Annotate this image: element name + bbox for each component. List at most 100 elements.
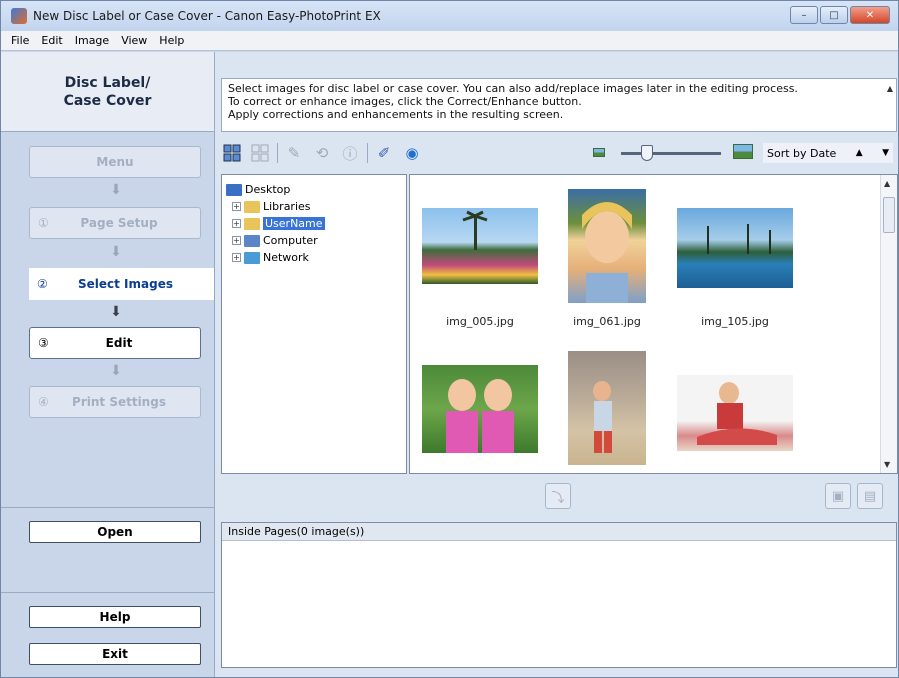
- step-number: ④: [38, 395, 49, 409]
- edit-step-button[interactable]: ③ Edit: [29, 327, 201, 359]
- thumbnail-image[interactable]: [568, 351, 646, 465]
- globe-icon[interactable]: ◉: [401, 142, 423, 164]
- sort-label: Sort by Date: [767, 146, 837, 160]
- step-label: Page Setup: [80, 216, 158, 230]
- select-images-step-button[interactable]: ② Select Images: [29, 268, 214, 300]
- expand-icon[interactable]: +: [232, 236, 241, 245]
- network-icon: [244, 251, 260, 264]
- toolbar-separator: [277, 143, 278, 163]
- computer-icon: [244, 234, 260, 247]
- thumbnail-filename: img_005.jpg: [446, 315, 514, 328]
- window-title: New Disc Label or Case Cover - Canon Eas…: [33, 9, 381, 23]
- toolbar-separator: [367, 143, 368, 163]
- thumbnail-filename: img_061.jpg: [573, 315, 641, 328]
- menu-edit[interactable]: Edit: [35, 34, 68, 47]
- exit-button[interactable]: Exit: [29, 643, 201, 665]
- add-image-button: ⤵: [545, 483, 571, 509]
- sort-direction-icon[interactable]: ▲: [856, 148, 863, 158]
- user-folder-icon: [244, 217, 260, 230]
- panel-title-line2: Case Cover: [63, 92, 152, 109]
- tree-item-network[interactable]: + Network: [222, 249, 406, 266]
- add-image-icon: ⤵: [551, 490, 565, 506]
- image-toolbar: ✎ ⟲ ⓘ ✐ ◉ Sort by Date ▲ ▼: [221, 136, 897, 170]
- image-info-icon: ⓘ: [342, 144, 358, 163]
- tree-label: UserName: [263, 217, 325, 230]
- menu-view[interactable]: View: [115, 34, 153, 47]
- app-window: New Disc Label or Case Cover - Canon Eas…: [0, 0, 899, 678]
- page-setup-step-button: ① Page Setup: [29, 207, 201, 239]
- panel-title: Disc Label/ Case Cover: [1, 52, 214, 132]
- tree-item-libraries[interactable]: + Libraries: [222, 198, 406, 215]
- down-arrow-icon: ⬇: [110, 182, 122, 198]
- thumbnail-scrollbar[interactable]: ▲ ▼: [880, 175, 897, 473]
- instructions-box: Select images for disc label or case cov…: [221, 78, 897, 132]
- tree-item-desktop[interactable]: Desktop: [222, 181, 406, 198]
- thumbnail-image[interactable]: [422, 208, 538, 284]
- tree-item-username[interactable]: + UserName: [222, 215, 406, 232]
- thumbnail-image[interactable]: [677, 375, 793, 451]
- maximize-button[interactable]: □: [820, 6, 848, 24]
- thumbnail-image[interactable]: [422, 365, 538, 453]
- menu-bar: File Edit Image View Help: [1, 31, 898, 51]
- tree-item-computer[interactable]: + Computer: [222, 232, 406, 249]
- menu-step-label: Menu: [96, 155, 134, 169]
- step-navigation-panel: Disc Label/ Case Cover Menu ⬇ ① Page Set…: [1, 52, 214, 677]
- tree-label: Computer: [263, 234, 318, 247]
- expand-icon[interactable]: +: [232, 253, 241, 262]
- scroll-down-icon[interactable]: ▼: [884, 460, 890, 469]
- title-bar: New Disc Label or Case Cover - Canon Eas…: [1, 1, 898, 31]
- tree-label: Desktop: [245, 183, 291, 196]
- folder-icon: [244, 200, 260, 213]
- open-button[interactable]: Open: [29, 521, 201, 543]
- thumbnail-filename: img_105.jpg: [701, 315, 769, 328]
- desktop-icon: [226, 183, 242, 196]
- sort-dropdown[interactable]: Sort by Date ▲ ▼: [763, 143, 893, 163]
- deselect-all-icon: [249, 142, 271, 164]
- inside-pages-header: Inside Pages(0 image(s)): [222, 523, 896, 541]
- down-arrow-icon: ⬇: [110, 244, 122, 260]
- print-settings-step-button: ④ Print Settings: [29, 386, 201, 418]
- expand-icon[interactable]: +: [232, 202, 241, 211]
- instruction-line: Apply corrections and enhancements in th…: [228, 108, 564, 121]
- step-label: Print Settings: [72, 395, 166, 409]
- chevron-down-icon[interactable]: ▼: [882, 148, 889, 158]
- remove-all-images-button: ▤: [857, 483, 883, 509]
- window-controls: – □ ✕: [790, 6, 890, 24]
- minimize-button[interactable]: –: [790, 6, 818, 24]
- step-number: ③: [38, 336, 49, 350]
- step-label: Select Images: [78, 277, 173, 291]
- expand-icon[interactable]: +: [232, 219, 241, 228]
- select-all-icon[interactable]: [221, 142, 243, 164]
- slider-handle[interactable]: [641, 145, 653, 161]
- rotate-icon: ⟲: [315, 144, 329, 162]
- correct-enhance-icon: ✎: [287, 144, 301, 162]
- scroll-up-icon[interactable]: ▲: [887, 82, 893, 95]
- down-arrow-icon: ⬇: [110, 363, 122, 379]
- menu-file[interactable]: File: [5, 34, 35, 47]
- menu-help[interactable]: Help: [153, 34, 190, 47]
- thumbnail-image[interactable]: [568, 189, 646, 303]
- step-number: ①: [38, 216, 49, 230]
- scrollbar-thumb[interactable]: [883, 197, 895, 233]
- large-thumbnail-icon: [733, 144, 753, 159]
- tree-label: Libraries: [263, 200, 311, 213]
- inside-pages-area: Inside Pages(0 image(s)): [221, 522, 897, 668]
- remove-image-button: ▣: [825, 483, 851, 509]
- panel-title-line1: Disc Label/: [64, 74, 151, 91]
- main-content: Select images for disc label or case cov…: [214, 52, 898, 677]
- folder-tree: Desktop + Libraries + UserName + Compute…: [221, 174, 407, 474]
- scroll-up-icon[interactable]: ▲: [884, 179, 890, 188]
- instruction-line: To correct or enhance images, click the …: [228, 95, 582, 108]
- remove-all-images-icon: ▤: [863, 488, 877, 504]
- photo-edit-icon[interactable]: ✐: [373, 142, 395, 164]
- thumbnail-image[interactable]: [677, 208, 793, 288]
- menu-step-button: Menu: [29, 146, 201, 178]
- remove-image-icon: ▣: [831, 488, 845, 504]
- down-arrow-icon: ⬇: [110, 304, 122, 320]
- thumbnail-grid: img_005.jpg img_061.jpg img_105.jpg ▲ ▼: [409, 174, 898, 474]
- help-button[interactable]: Help: [29, 606, 201, 628]
- thumbnail-size-slider[interactable]: [593, 143, 753, 163]
- small-thumbnail-icon: [593, 148, 605, 157]
- menu-image[interactable]: Image: [69, 34, 115, 47]
- close-button[interactable]: ✕: [850, 6, 890, 24]
